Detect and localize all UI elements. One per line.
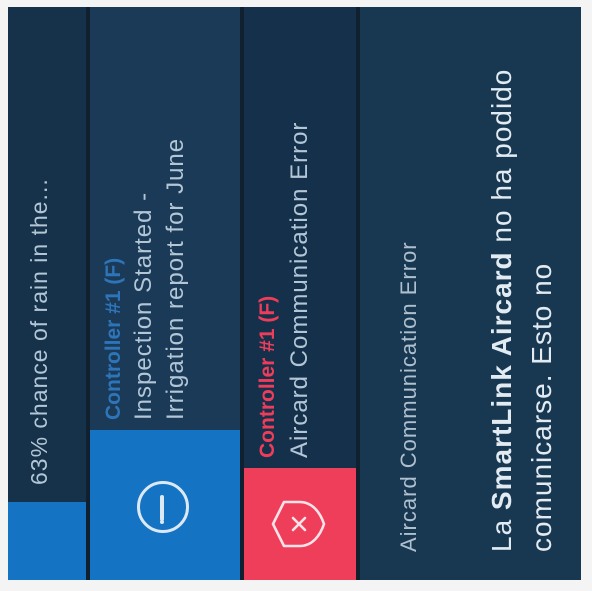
detail-title: Aircard Communication Error [396,241,421,552]
notification-list: 63% chance of rain in the... Controller … [8,7,581,580]
detail-body-pre: La [486,510,517,552]
info-bar [160,495,164,521]
info-circle-icon [8,502,86,580]
notification-inspection-line1: Inspection Started - [130,191,157,420]
photo-frame: 63% chance of rain in the... Controller … [0,0,592,591]
shield-x-icon [244,468,356,580]
info-circle-outline [137,481,189,533]
device-screen: 63% chance of rain in the... Controller … [8,7,581,580]
detail-body-brand: SmartLink Aircard [486,251,517,511]
notification-inspection-title: Controller #1 (F) [102,257,125,420]
notification-error-title: Controller #1 (F) [256,295,279,458]
notification-weather-text: 63% chance of rain in the... [26,178,52,485]
info-circle-icon [90,430,240,580]
notification-weather[interactable]: 63% chance of rain in the... [8,7,86,580]
notification-inspection-line2: Irrigation report for June [162,137,189,420]
notification-detail-panel: Aircard Communication Error La SmartLink… [360,7,581,580]
notification-inspection[interactable]: Controller #1 (F) Inspection Started - I… [90,7,240,580]
detail-body: La SmartLink Aircard no ha podido comuni… [482,7,562,552]
notification-aircard-error[interactable]: Controller #1 (F) Aircard Communication … [244,7,356,580]
shield-x-icon-glyph [271,500,326,548]
notification-error-line1: Aircard Communication Error [286,121,313,458]
